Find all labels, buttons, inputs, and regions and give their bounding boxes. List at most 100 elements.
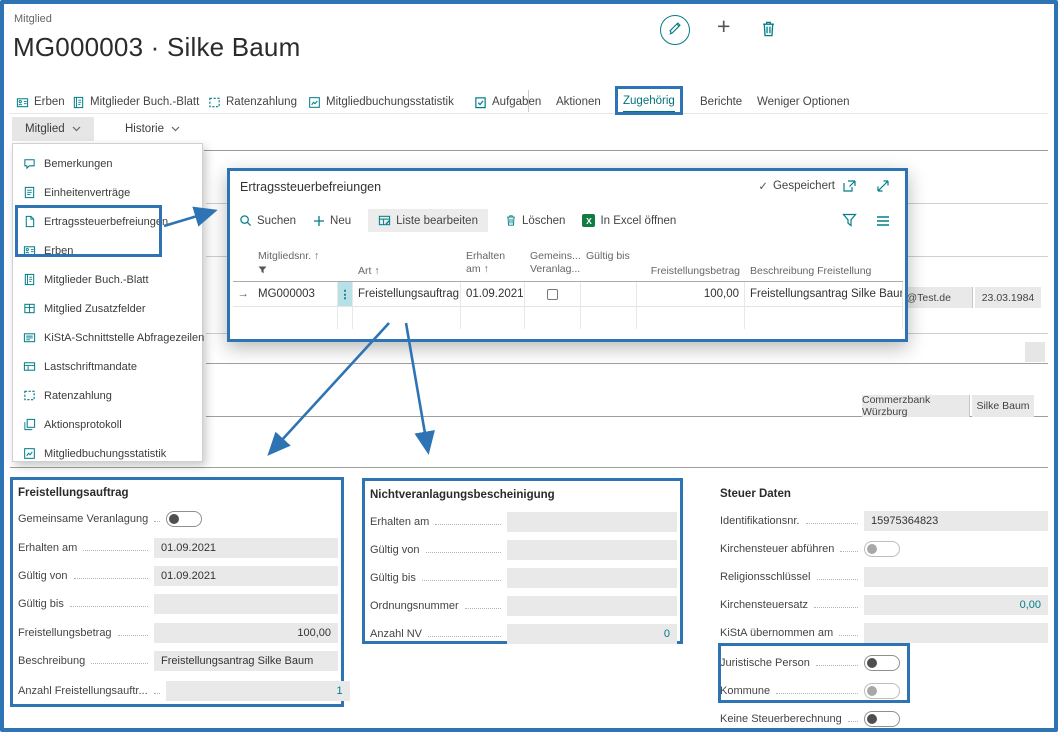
col-beschreibung[interactable]: Beschreibung Freistellung: [745, 247, 903, 282]
tab-historie[interactable]: Historie: [112, 117, 193, 141]
search-button[interactable]: Suchen: [239, 214, 296, 227]
edit-button[interactable]: [660, 15, 690, 45]
kista-uebernommen-am-field[interactable]: [864, 623, 1048, 643]
bank-field[interactable]: Commerzbank Würzburg: [862, 395, 970, 417]
nv-erhalten-am-field[interactable]: [507, 512, 677, 532]
empty-cell[interactable]: [525, 307, 581, 329]
nv-gueltig-von-field[interactable]: [507, 540, 677, 560]
freistellungsbetrag-field[interactable]: 100,00: [154, 623, 338, 643]
expand-icon[interactable]: [876, 179, 890, 198]
field-row: Gültig von: [370, 539, 677, 560]
empty-cell[interactable]: [745, 307, 903, 329]
col-erhalten-am[interactable]: Erhalten am ↑: [461, 247, 525, 282]
list-options-icon[interactable]: [876, 214, 890, 232]
actionbar-erben[interactable]: Erben: [16, 92, 65, 112]
tab-mitglied[interactable]: Mitglied: [12, 117, 94, 141]
exemptions-table: Mitgliedsnr. ↑ Art ↑ Erhalten am ↑ Gemei…: [233, 247, 903, 329]
delete-icon[interactable]: [760, 20, 777, 43]
delete-button[interactable]: Löschen: [505, 214, 565, 227]
actionbar-aktionen[interactable]: Aktionen: [556, 92, 601, 112]
cell-member-no[interactable]: MG000003: [253, 282, 338, 307]
trash-icon: [505, 214, 517, 227]
actionbar-aufgaben[interactable]: Aufgaben: [474, 92, 541, 112]
gueltig-bis-field[interactable]: [154, 594, 338, 614]
anzahl-nv-field[interactable]: 0: [507, 624, 677, 644]
nv-gueltig-bis-field[interactable]: [507, 568, 677, 588]
col-freistellungsbetrag[interactable]: Freistellungsbetrag: [637, 247, 745, 282]
cell-freistellungsbetrag[interactable]: 100,00: [637, 282, 745, 307]
menu-item-erben[interactable]: Erben: [13, 236, 202, 265]
menu-item-bemerkungen[interactable]: Bemerkungen: [13, 149, 202, 178]
juristische-person-toggle[interactable]: [864, 655, 900, 671]
new-button[interactable]: Neu: [313, 215, 351, 227]
cell-erhalten-am[interactable]: 01.09.2021: [461, 282, 525, 307]
menu-item-mitglied-zusatzfelder[interactable]: Mitglied Zusatzfelder: [13, 294, 202, 323]
field-row: Identifikationsnr. 15975364823: [720, 510, 1048, 531]
empty-cell[interactable]: [461, 307, 525, 329]
person-card-icon: [16, 96, 29, 109]
beschreibung-field[interactable]: Freistellungsantrag Silke Baum: [154, 651, 338, 671]
identifikationsnr-field[interactable]: 15975364823: [864, 511, 1048, 531]
cell-art[interactable]: Freistellungsauftrag: [353, 282, 461, 307]
open-in-excel-button[interactable]: X In Excel öffnen: [582, 214, 676, 227]
anzahl-freistellungsauftraege-field[interactable]: 1: [166, 681, 350, 701]
kirchensteuersatz-field[interactable]: 0,00: [864, 595, 1048, 615]
col-art[interactable]: Art ↑: [353, 247, 461, 282]
ordnungsnummer-field[interactable]: [507, 596, 677, 616]
plus-icon: [313, 215, 325, 227]
keine-steuerberechnung-toggle[interactable]: [864, 711, 900, 727]
actionbar-mitglieder-buch-blatt[interactable]: Mitglieder Buch.-Blatt: [72, 92, 199, 112]
edit-list-button[interactable]: Liste bearbeiten: [368, 209, 488, 232]
mandate-icon: [23, 360, 36, 373]
kommune-toggle[interactable]: [864, 683, 900, 699]
actionbar-zugehoerig[interactable]: Zugehörig: [623, 92, 675, 112]
empty-cell[interactable]: [581, 307, 637, 329]
field-row: Erhalten am 01.09.2021: [18, 537, 338, 558]
ertragssteuerbefreiungen-dialog: Ertragssteuerbefreiungen ✓ Gespeichert S…: [227, 168, 908, 342]
field-row: Gültig bis: [18, 593, 338, 614]
col-gemeinsame-veranlagung[interactable]: Gemeins... Veranlag...: [525, 247, 581, 282]
actionbar-separator: [528, 90, 529, 112]
new-icon[interactable]: +: [717, 16, 730, 36]
menu-item-aktionsprotokoll[interactable]: Aktionsprotokoll: [13, 410, 202, 439]
religionsschluessel-field[interactable]: [864, 567, 1048, 587]
menu-item-mitglieder-buch-blatt[interactable]: Mitglieder Buch.-Blatt: [13, 265, 202, 294]
name-field[interactable]: Silke Baum: [972, 395, 1034, 417]
cell-gemeinsame-veranlagung[interactable]: [525, 282, 581, 307]
birthdate-field[interactable]: 23.03.1984: [975, 287, 1041, 308]
panel-freistellungsauftrag: Freistellungsauftrag Gemeinsame Veranlag…: [10, 477, 344, 707]
row-options-icon[interactable]: ⋮: [338, 282, 353, 307]
row-selector-icon: →: [233, 282, 253, 307]
chart-icon: [23, 447, 36, 460]
menu-item-lastschriftmandate[interactable]: Lastschriftmandate: [13, 352, 202, 381]
checkbox-unchecked[interactable]: [547, 289, 558, 300]
empty-cell[interactable]: [637, 307, 745, 329]
menu-item-ratenzahlung[interactable]: Ratenzahlung: [13, 381, 202, 410]
filter-icon[interactable]: [842, 213, 857, 232]
field-row: Freistellungsbetrag 100,00: [18, 622, 338, 643]
col-gueltig-bis[interactable]: Gültig bis: [581, 247, 637, 282]
menu-item-ertragssteuerbefreiungen[interactable]: Ertragssteuerbefreiungen: [13, 207, 202, 236]
frame-icon: [208, 96, 221, 109]
actionbar-ratenzahlung[interactable]: Ratenzahlung: [208, 92, 297, 112]
erhalten-am-field[interactable]: 01.09.2021: [154, 538, 338, 558]
popout-icon[interactable]: [842, 179, 857, 198]
field-row: KiStA übernommen am: [720, 622, 1048, 643]
actionbar-weniger-optionen[interactable]: Weniger Optionen: [757, 92, 849, 112]
excel-icon: X: [582, 214, 595, 227]
actionbar-berichte[interactable]: Berichte: [700, 92, 742, 112]
gueltig-von-field[interactable]: 01.09.2021: [154, 566, 338, 586]
menu-item-kista-schnittstelle[interactable]: KiStA-Schnittstelle Abfragezeilen: [13, 323, 202, 352]
kirchensteuer-abfuehren-toggle[interactable]: [864, 541, 900, 557]
menu-item-einheitenvertraege[interactable]: Einheitenverträge: [13, 178, 202, 207]
journal-icon: [72, 96, 85, 109]
cell-gueltig-bis[interactable]: [581, 282, 637, 307]
empty-cell[interactable]: [253, 307, 338, 329]
empty-cell[interactable]: [353, 307, 461, 329]
col-mitgliedsnr[interactable]: Mitgliedsnr. ↑: [253, 247, 338, 282]
menu-item-mitgliedbuchungsstatistik[interactable]: Mitgliedbuchungsstatistik: [13, 439, 202, 468]
cell-beschreibung[interactable]: Freistellungsantrag Silke Baum: [745, 282, 903, 307]
actionbar-mitgliedbuchungsstatistik[interactable]: Mitgliedbuchungsstatistik: [308, 92, 454, 112]
gemeinsame-veranlagung-toggle[interactable]: [166, 511, 202, 527]
arrow-to-nv-panel: [406, 323, 428, 451]
